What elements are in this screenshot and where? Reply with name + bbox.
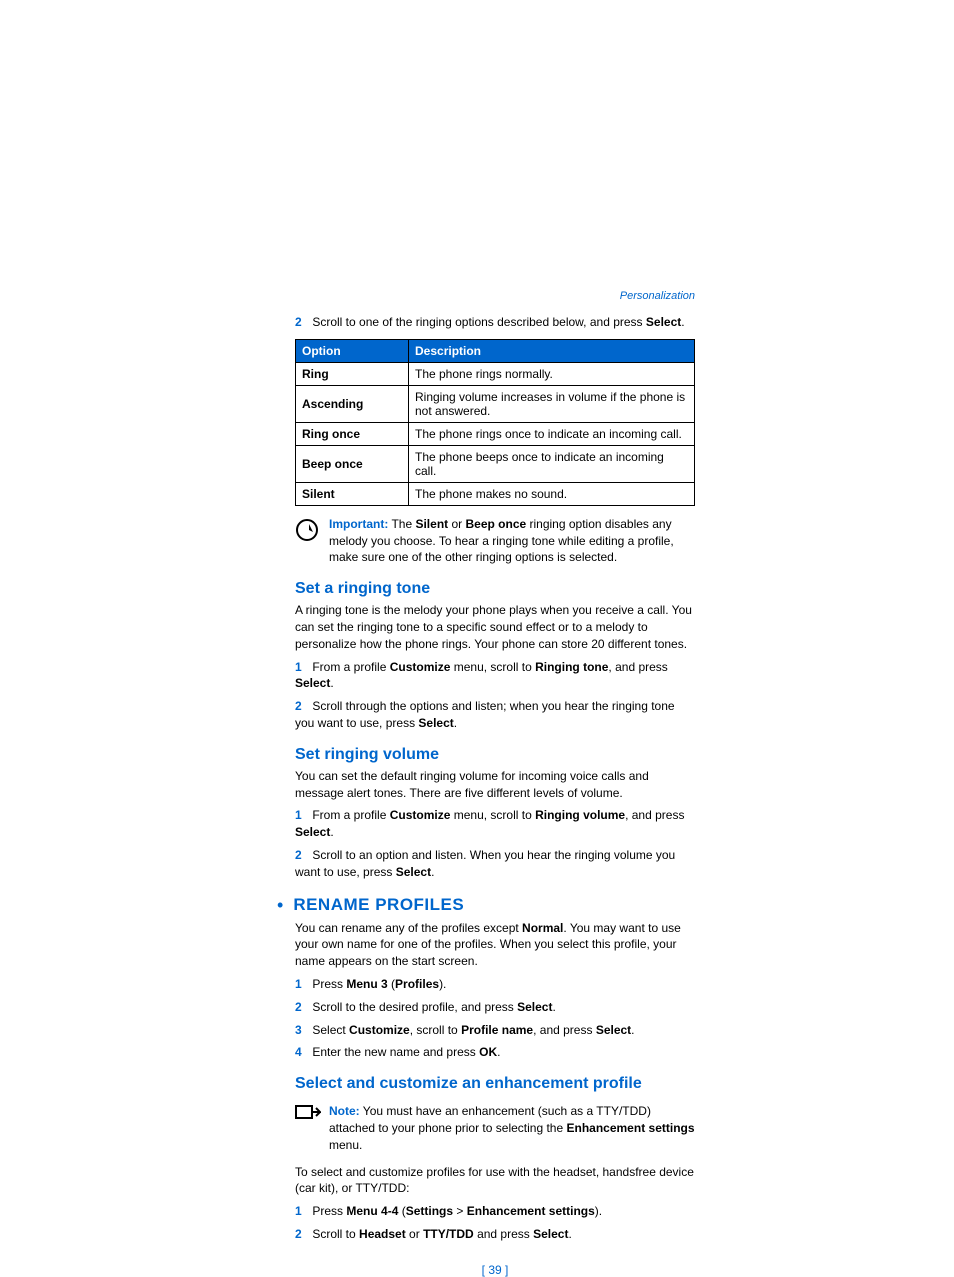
page-number: [ 39 ] (295, 1263, 695, 1277)
important-callout: Important: The Silent or Beep once ringi… (295, 516, 695, 566)
cell-desc: The phone beeps once to indicate an inco… (409, 445, 695, 482)
step-post: . (681, 315, 684, 329)
step-line: 2 Scroll through the options and listen;… (295, 698, 695, 732)
breadcrumb: Personalization (295, 290, 695, 302)
table-row: Ring onceThe phone rings once to indicat… (296, 422, 695, 445)
th-description: Description (409, 339, 695, 362)
th-option: Option (296, 339, 409, 362)
step-number: 3 (295, 1022, 309, 1039)
step-number: 2 (295, 847, 309, 864)
step-line: 2 Scroll to an option and listen. When y… (295, 847, 695, 881)
heading-ringing-volume: Set ringing volume (295, 746, 695, 764)
section-row: • RENAME PROFILES (295, 895, 695, 916)
cell-desc: The phone rings normally. (409, 362, 695, 385)
step-bold: Select (646, 315, 681, 329)
para-rename: You can rename any of the profiles excep… (295, 920, 695, 970)
cell-option: Silent (296, 482, 409, 505)
step-number: 2 (295, 999, 309, 1016)
step-number: 2 (295, 1226, 309, 1243)
note-icon (295, 1105, 323, 1128)
step-line: 1 Press Menu 4-4 (Settings > Enhancement… (295, 1203, 695, 1220)
cell-desc: Ringing volume increases in volume if th… (409, 385, 695, 422)
cell-desc: The phone makes no sound. (409, 482, 695, 505)
step-number: 1 (295, 659, 309, 676)
step-line: 1 From a profile Customize menu, scroll … (295, 659, 695, 693)
para-ringing-volume: You can set the default ringing volume f… (295, 768, 695, 802)
step-line: 2 Scroll to Headset or TTY/TDD and press… (295, 1226, 695, 1243)
step-number: 2 (295, 314, 309, 331)
table-row: RingThe phone rings normally. (296, 362, 695, 385)
step-line: 1 Press Menu 3 (Profiles). (295, 976, 695, 993)
cell-option: Ring (296, 362, 409, 385)
table-row: Beep onceThe phone beeps once to indicat… (296, 445, 695, 482)
step-text: Scroll to one of the ringing options des… (312, 315, 646, 329)
note-label: Note: (329, 1104, 360, 1118)
step-line: 4 Enter the new name and press OK. (295, 1044, 695, 1061)
step-line: 2 Scroll to one of the ringing options d… (295, 314, 695, 331)
para-enhancement: To select and customize profiles for use… (295, 1164, 695, 1198)
step-number: 1 (295, 976, 309, 993)
cell-desc: The phone rings once to indicate an inco… (409, 422, 695, 445)
para-ringing-tone: A ringing tone is the melody your phone … (295, 602, 695, 652)
table-row: SilentThe phone makes no sound. (296, 482, 695, 505)
table-row: AscendingRinging volume increases in vol… (296, 385, 695, 422)
bullet-icon: • (277, 895, 283, 916)
heading-ringing-tone: Set a ringing tone (295, 580, 695, 598)
options-table: Option Description RingThe phone rings n… (295, 339, 695, 506)
cell-option: Ring once (296, 422, 409, 445)
important-icon (295, 518, 323, 545)
step-number: 2 (295, 698, 309, 715)
step-line: 2 Scroll to the desired profile, and pre… (295, 999, 695, 1016)
note-callout: Note: You must have an enhancement (such… (295, 1103, 695, 1153)
important-label: Important: (329, 517, 388, 531)
cell-option: Ascending (296, 385, 409, 422)
heading-rename-profiles: RENAME PROFILES (293, 895, 464, 915)
cell-option: Beep once (296, 445, 409, 482)
step-line: 1 From a profile Customize menu, scroll … (295, 807, 695, 841)
heading-enhancement: Select and customize an enhancement prof… (295, 1075, 695, 1093)
step-number: 1 (295, 807, 309, 824)
step-number: 4 (295, 1044, 309, 1061)
note-text: Note: You must have an enhancement (such… (329, 1103, 695, 1153)
document-page: Personalization 2 Scroll to one of the r… (295, 290, 695, 1277)
step-line: 3 Select Customize, scroll to Profile na… (295, 1022, 695, 1039)
important-text: Important: The Silent or Beep once ringi… (329, 516, 695, 566)
step-number: 1 (295, 1203, 309, 1220)
